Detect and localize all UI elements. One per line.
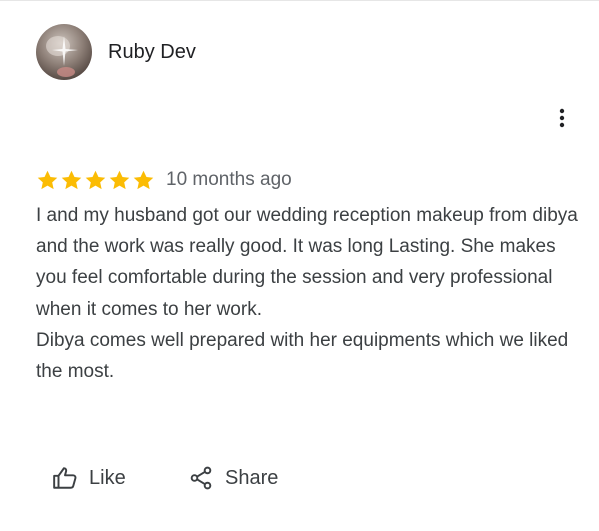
like-button[interactable]: Like (52, 462, 126, 494)
share-icon (190, 466, 212, 490)
reviewer-name[interactable]: Ruby Dev (108, 40, 196, 64)
star-icon (37, 170, 58, 189)
avatar-photo (46, 36, 78, 77)
review-paragraph: Dibya comes well prepared with her equip… (36, 329, 569, 383)
review-paragraph: I and my husband got our wedding recepti… (36, 205, 578, 320)
thumb-up-icon (53, 467, 77, 489)
review-text: I and my husband got our wedding recepti… (36, 200, 581, 387)
share-button[interactable]: Share (188, 462, 278, 494)
review-date: 10 months ago (166, 169, 292, 190)
avatar[interactable] (36, 24, 92, 80)
card-top-divider (0, 0, 599, 1)
more-vert-icon (559, 108, 565, 128)
star-icon (61, 170, 82, 189)
star-icon (85, 170, 106, 189)
star-icon (133, 170, 154, 189)
star-icon (109, 170, 130, 189)
share-label: Share (225, 466, 279, 489)
star-rating (36, 169, 155, 192)
like-label: Like (89, 466, 126, 489)
rating-row: 10 months ago (36, 167, 292, 193)
more-options-button[interactable] (550, 106, 574, 130)
